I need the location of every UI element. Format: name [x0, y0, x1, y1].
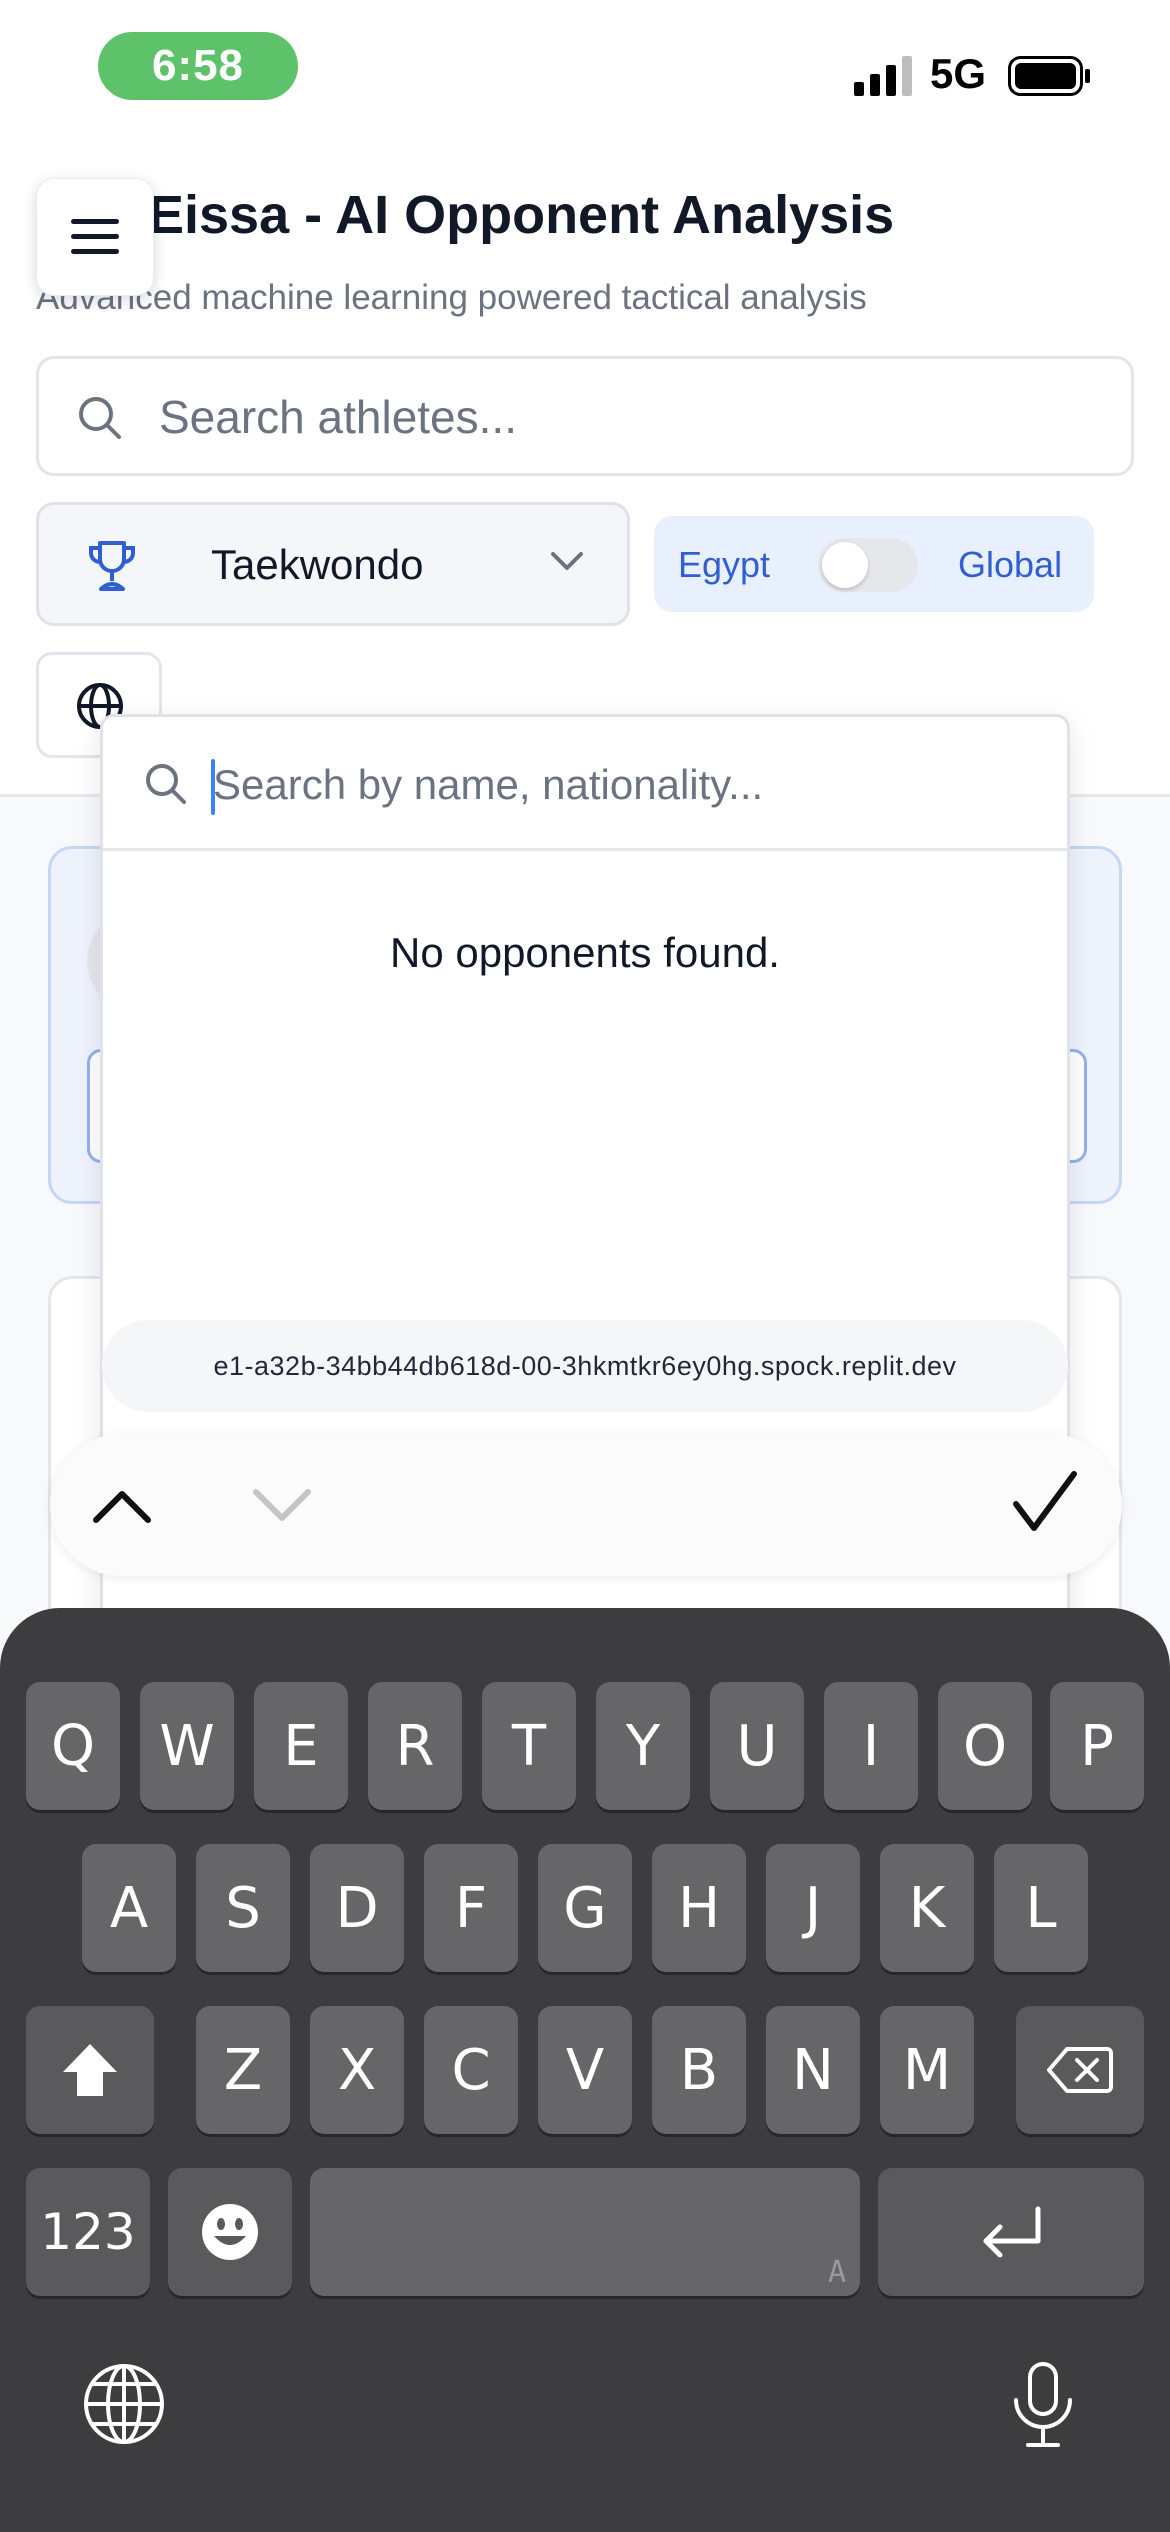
key-i[interactable]: I	[824, 1682, 918, 1810]
key-a[interactable]: A	[82, 1844, 176, 1972]
space-key-hint: A	[827, 2255, 846, 2290]
form-accessory-bar	[50, 1434, 1122, 1576]
done-checkmark-icon[interactable]	[1010, 1468, 1080, 1538]
switch-knob	[822, 542, 868, 588]
key-k[interactable]: K	[880, 1844, 974, 1972]
dictation-mic-icon[interactable]	[1008, 2360, 1078, 2450]
hamburger-menu-icon	[71, 219, 119, 254]
backspace-key[interactable]	[1016, 2006, 1144, 2134]
page-title: Eissa - AI Opponent Analysis	[148, 185, 895, 245]
page-subtitle: Advanced machine learning powered tactic…	[36, 278, 867, 317]
key-r[interactable]: R	[368, 1682, 462, 1810]
shift-arrow-icon	[63, 2044, 117, 2096]
search-icon	[79, 397, 121, 439]
key-m[interactable]: M	[880, 2006, 974, 2134]
empty-state-text: No opponents found.	[390, 929, 780, 976]
status-time: 6:58	[98, 32, 298, 100]
key-o[interactable]: O	[938, 1682, 1032, 1810]
previous-field-chevron-up-icon[interactable]	[90, 1476, 154, 1532]
opponent-search[interactable]	[103, 717, 1067, 851]
key-d[interactable]: D	[310, 1844, 404, 1972]
key-n[interactable]: N	[766, 2006, 860, 2134]
region-egypt-label[interactable]: Egypt	[678, 544, 770, 586]
browser-url-bar[interactable]: e1-a32b-34bb44db618d-00-3hkmtkr6ey0hg.sp…	[102, 1320, 1068, 1412]
key-t[interactable]: T	[482, 1682, 576, 1810]
key-v[interactable]: V	[538, 2006, 632, 2134]
opponent-search-input[interactable]	[213, 747, 1033, 823]
shift-key[interactable]	[26, 2006, 154, 2134]
numbers-key[interactable]: 123	[26, 2168, 150, 2296]
key-e[interactable]: E	[254, 1682, 348, 1810]
region-toggle: Egypt Global	[654, 516, 1094, 612]
athlete-search[interactable]	[36, 356, 1134, 476]
key-b[interactable]: B	[652, 2006, 746, 2134]
region-switch[interactable]	[818, 538, 918, 592]
key-p[interactable]: P	[1050, 1682, 1144, 1810]
software-keyboard: Q W E R T Y U I O P A S D F G H J K L Z …	[0, 1608, 1170, 2532]
next-field-chevron-down-icon[interactable]	[250, 1476, 314, 1532]
sport-select-value: Taekwondo	[211, 541, 424, 588]
key-w[interactable]: W	[140, 1682, 234, 1810]
network-type: 5G	[930, 50, 987, 97]
region-global-label[interactable]: Global	[958, 544, 1062, 586]
emoji-key[interactable]	[168, 2168, 292, 2296]
cellular-signal-icon	[854, 56, 912, 96]
key-x[interactable]: X	[310, 2006, 404, 2134]
key-f[interactable]: F	[424, 1844, 518, 1972]
chevron-down-icon	[551, 552, 583, 570]
trophy-icon	[89, 541, 135, 591]
key-c[interactable]: C	[424, 2006, 518, 2134]
key-y[interactable]: Y	[596, 1682, 690, 1810]
key-j[interactable]: J	[766, 1844, 860, 1972]
key-g[interactable]: G	[538, 1844, 632, 1972]
url-text: e1-a32b-34bb44db618d-00-3hkmtkr6ey0hg.sp…	[213, 1350, 957, 1381]
search-icon	[146, 764, 186, 804]
key-u[interactable]: U	[710, 1682, 804, 1810]
athlete-search-input[interactable]	[159, 379, 1099, 455]
battery-icon	[1008, 56, 1090, 96]
text-cursor	[211, 759, 215, 815]
key-z[interactable]: Z	[196, 2006, 290, 2134]
menu-button[interactable]	[36, 178, 154, 296]
space-key[interactable]: A	[310, 2168, 860, 2296]
key-q[interactable]: Q	[26, 1682, 120, 1810]
emoji-smiley-icon	[202, 2204, 258, 2260]
key-s[interactable]: S	[196, 1844, 290, 1972]
return-key[interactable]	[878, 2168, 1144, 2296]
backspace-icon	[1047, 2047, 1113, 2093]
key-h[interactable]: H	[652, 1844, 746, 1972]
keyboard-globe-icon[interactable]	[82, 2362, 166, 2446]
sport-select[interactable]: Taekwondo	[36, 502, 630, 626]
key-l[interactable]: L	[994, 1844, 1088, 1972]
return-arrow-icon	[983, 2206, 1041, 2258]
